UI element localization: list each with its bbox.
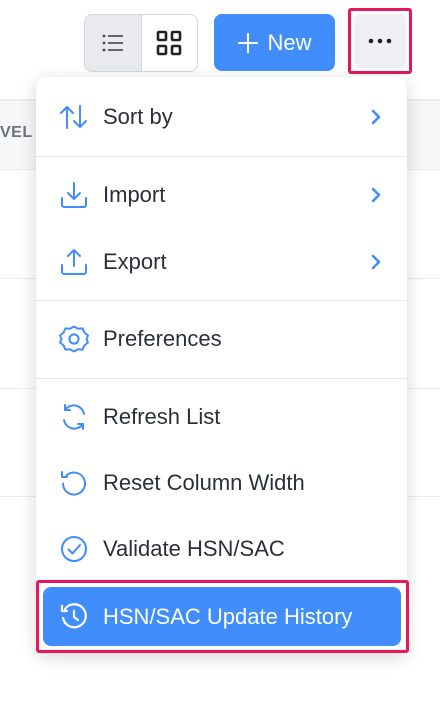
menu-item-label: Refresh List <box>103 404 221 429</box>
sort-arrows-icon <box>58 101 90 133</box>
refresh-icon <box>58 401 90 433</box>
menu-item-label: Export <box>103 249 167 274</box>
more-options-menu: Sort by Import Export Preferences Refres… <box>36 77 407 653</box>
chevron-right-icon <box>371 187 381 203</box>
menu-item-refresh-list[interactable]: Refresh List <box>36 388 407 446</box>
menu-item-export[interactable]: Export <box>36 233 407 291</box>
new-button-label: New <box>267 29 312 55</box>
menu-item-label: HSN/SAC Update History <box>103 603 353 629</box>
more-options-button[interactable] <box>354 14 406 68</box>
history-icon <box>58 601 90 633</box>
reset-icon <box>58 467 90 499</box>
menu-item-label: Sort by <box>103 104 173 129</box>
more-options-highlight <box>348 8 412 74</box>
menu-item-validate-hsn-sac[interactable]: Validate HSN/SAC <box>36 520 407 578</box>
menu-item-sort-by[interactable]: Sort by <box>36 88 407 146</box>
list-icon <box>102 34 123 52</box>
list-view-button[interactable] <box>85 15 142 71</box>
grid-icon <box>156 30 182 56</box>
menu-item-reset-column-width[interactable]: Reset Column Width <box>36 454 407 512</box>
menu-item-label: Preferences <box>103 326 222 351</box>
menu-item-preferences[interactable]: Preferences <box>36 310 407 368</box>
import-icon <box>58 179 90 211</box>
view-toggle <box>84 14 198 72</box>
ellipsis-icon <box>368 38 392 44</box>
new-button[interactable]: New <box>214 14 335 71</box>
chevron-right-icon <box>371 109 381 125</box>
menu-item-label: Validate HSN/SAC <box>103 536 285 561</box>
check-circle-icon <box>58 533 90 565</box>
menu-item-hsn-sac-update-history[interactable]: HSN/SAC Update History <box>43 587 401 646</box>
plus-icon <box>238 32 259 53</box>
menu-divider <box>36 378 407 379</box>
menu-divider <box>36 156 407 157</box>
menu-item-import[interactable]: Import <box>36 166 407 224</box>
chevron-right-icon <box>371 254 381 270</box>
menu-item-label: Import <box>103 182 166 207</box>
column-header-fragment: VEL <box>0 124 33 141</box>
export-icon <box>58 246 90 278</box>
gear-icon <box>58 323 90 355</box>
menu-divider <box>36 300 407 301</box>
menu-item-label: Reset Column Width <box>103 470 305 495</box>
grid-view-button[interactable] <box>142 15 198 71</box>
